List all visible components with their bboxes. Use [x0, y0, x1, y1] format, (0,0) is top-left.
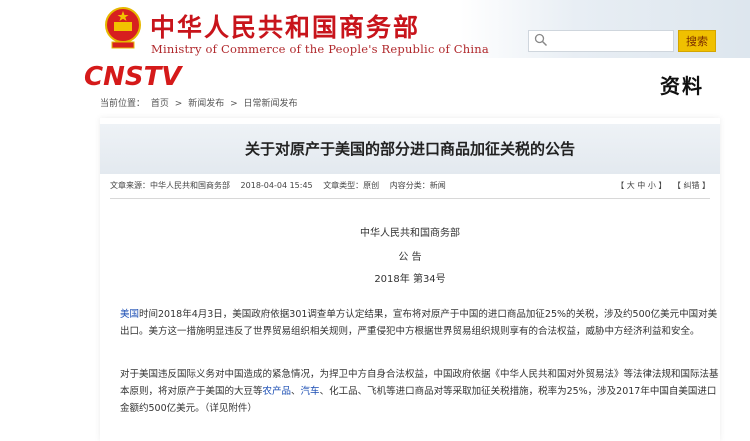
breadcrumb-daily-news[interactable]: 日常新闻发布 — [244, 99, 298, 109]
site-subtitle: Ministry of Commerce of the People's Rep… — [151, 42, 489, 56]
search-input[interactable] — [528, 30, 674, 52]
paragraph-2: 对于美国违反国际义务对中国造成的紧急情况，为捍卫中方自身合法权益，中国政府依据《… — [120, 366, 720, 417]
breadcrumb-news[interactable]: 新闻发布 — [188, 99, 224, 109]
article-meta: 文章来源：中华人民共和国商务部 2018-04-04 15:45 文章类型：原创… — [110, 180, 710, 194]
breadcrumb-separator: > — [174, 99, 183, 109]
meta-date: 2018-04-04 15:45 — [240, 181, 313, 190]
meta-category: 内容分类：新闻 — [389, 181, 446, 190]
search-button[interactable]: 搜索 — [678, 30, 716, 52]
document-number: 2018年 第34号 — [374, 274, 446, 285]
breadcrumb-separator: > — [230, 99, 238, 109]
breadcrumb: 当前位置： 首页 > 新闻发布 > 日常新闻发布 — [100, 96, 301, 109]
link-usa[interactable]: 美国 — [120, 309, 139, 320]
link-agricultural-products[interactable]: 农产品 — [263, 386, 292, 397]
breadcrumb-label: 当前位置： — [100, 99, 146, 109]
breadcrumb-home[interactable]: 首页 — [151, 99, 169, 109]
link-automobiles[interactable]: 汽车 — [301, 386, 320, 397]
announcement-heading: 公 告 — [398, 252, 422, 263]
article-title: 关于对原产于美国的部分进口商品加征关税的公告 — [244, 140, 575, 158]
meta-type: 文章类型：原创 — [323, 181, 380, 190]
issuing-organization: 中华人民共和国商务部 — [360, 228, 460, 239]
national-emblem-icon — [105, 7, 141, 49]
site-title[interactable]: 中华人民共和国商务部 — [150, 8, 420, 44]
paragraph-1-text: 时间2018年4月3日，美国政府依据301调查单方认定结果，宣布将对原产于中国的… — [120, 309, 718, 337]
font-size-control[interactable]: 【 大 中 小 】 — [616, 181, 666, 190]
paragraph-2-text-b: 、 — [291, 386, 301, 397]
meta-source: 文章来源：中华人民共和国商务部 — [110, 181, 230, 190]
report-error-link[interactable]: 【 纠错 】 — [673, 181, 710, 190]
logo-text: CNSTV — [84, 62, 183, 92]
paragraph-1: 美国时间2018年4月3日，美国政府依据301调查单方认定结果，宣布将对原产于中… — [120, 306, 720, 340]
search-icon — [534, 33, 548, 47]
divider — [110, 198, 710, 199]
cnstv-logo: CNSTV — [84, 62, 183, 92]
